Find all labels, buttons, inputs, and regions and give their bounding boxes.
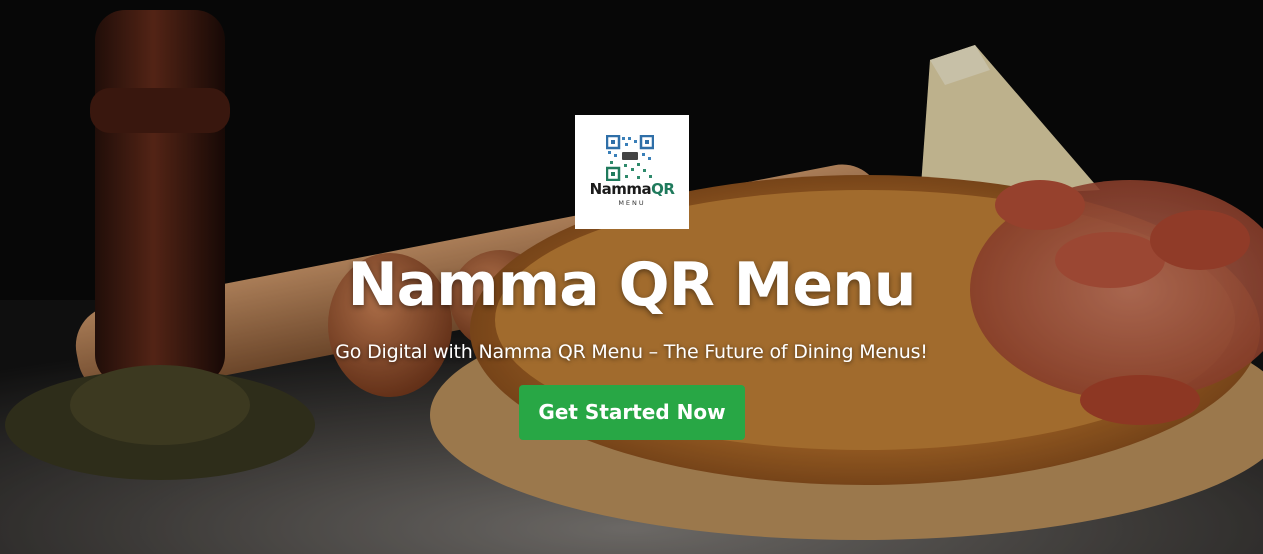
hero-subtitle: Go Digital with Namma QR Menu – The Futu… (335, 341, 928, 363)
logo-wordmark: NammaQR (575, 180, 689, 198)
hero-section: NammaQR MENU Namma QR Menu Go Digital wi… (0, 0, 1263, 554)
logo-brand-accent: QR (651, 180, 675, 198)
qr-code-icon (606, 135, 654, 181)
get-started-button[interactable]: Get Started Now (519, 385, 745, 440)
hero-content: NammaQR MENU Namma QR Menu Go Digital wi… (0, 0, 1263, 554)
page-title: Namma QR Menu (347, 250, 916, 320)
logo-brand-main: Namma (589, 180, 652, 198)
logo-subtext: MENU (618, 199, 646, 207)
brand-logo: NammaQR MENU (575, 115, 689, 229)
